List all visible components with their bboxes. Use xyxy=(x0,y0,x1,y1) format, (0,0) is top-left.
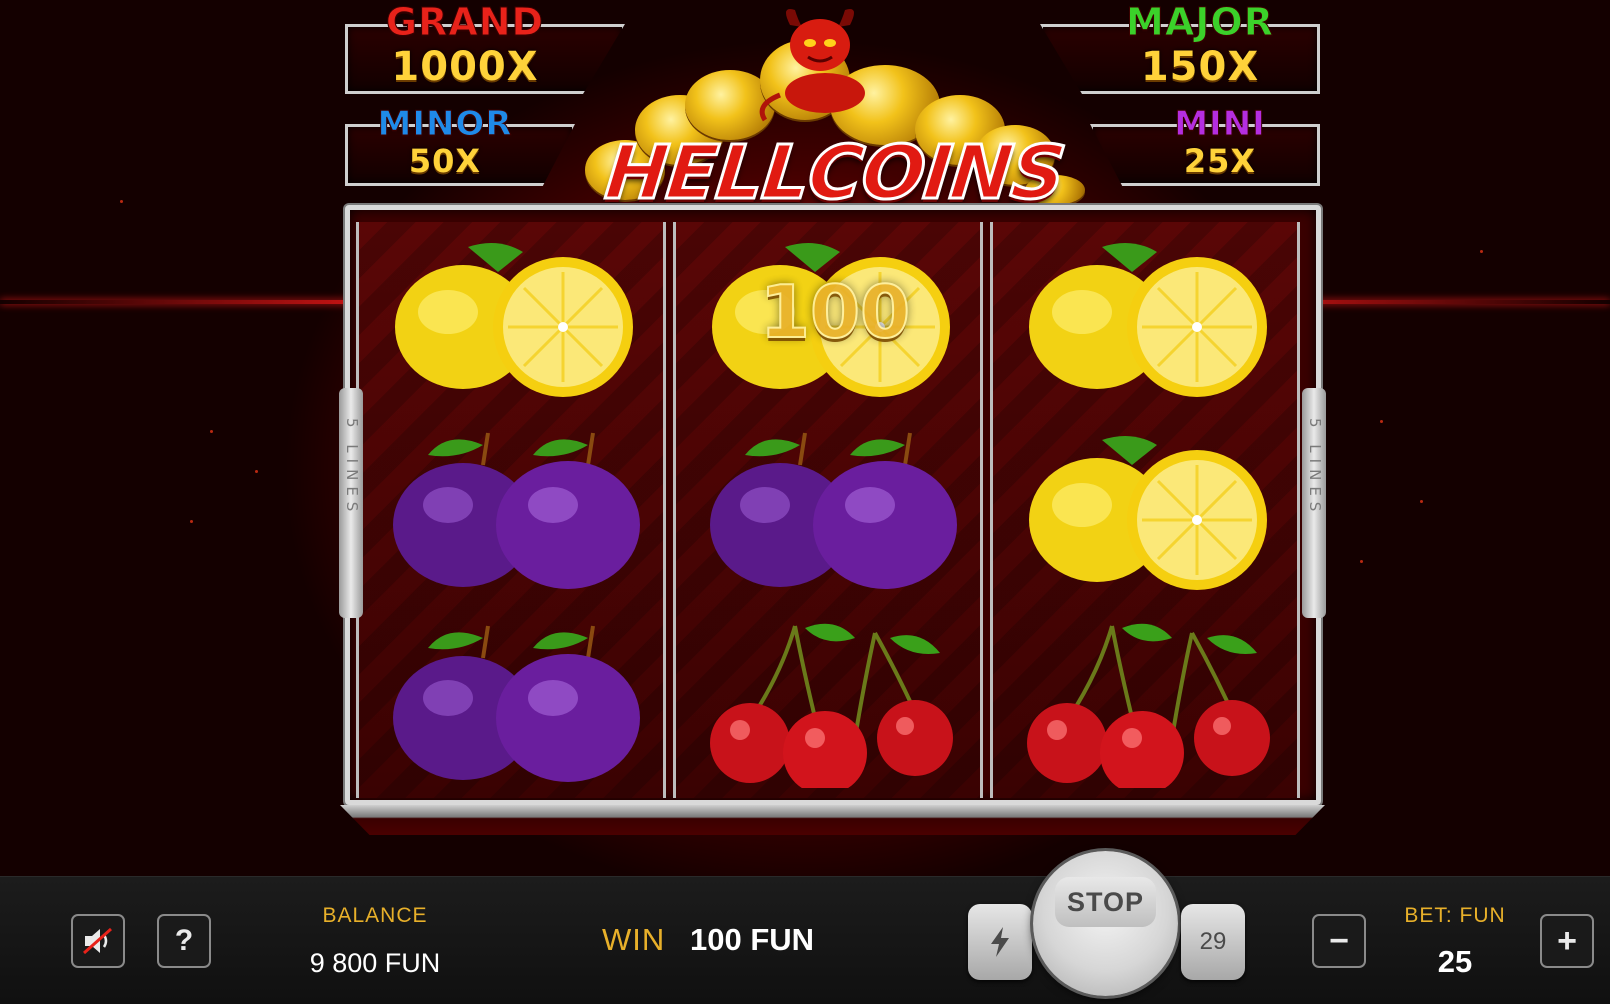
jackpot-minor: MINOR 50X xyxy=(345,104,575,189)
bet-decrease-button[interactable]: − xyxy=(1312,914,1366,968)
plus-icon: + xyxy=(1557,922,1577,960)
bet-increase-button[interactable]: + xyxy=(1540,914,1594,968)
jackpot-mini: MINI 25X xyxy=(1090,104,1320,189)
minus-icon: − xyxy=(1329,922,1349,960)
ember-particle xyxy=(210,430,213,433)
lightning-icon xyxy=(991,927,1009,957)
bet-label: BET: FUN xyxy=(1404,904,1506,927)
lines-indicator-label: 5 LINES xyxy=(343,418,361,518)
ember-particle xyxy=(1360,560,1363,563)
ember-particle xyxy=(1480,250,1483,253)
question-icon: ? xyxy=(174,924,194,957)
sound-muted-icon xyxy=(83,927,112,955)
cherry-symbol-icon xyxy=(705,618,965,795)
plum-symbol-icon xyxy=(388,425,648,595)
turbo-button[interactable] xyxy=(968,904,1032,980)
autospin-count: 29 xyxy=(1199,928,1227,955)
stop-button[interactable]: STOP xyxy=(1033,851,1178,996)
lines-indicator-label: 5 LINES xyxy=(1306,418,1324,518)
plum-symbol-icon xyxy=(705,425,965,595)
jackpot-mini-value: 25X xyxy=(1183,142,1257,180)
win-amount-text: 100 xyxy=(759,269,911,355)
balance-label: BALANCE xyxy=(322,904,428,927)
sound-toggle-button[interactable] xyxy=(71,914,125,968)
plum-symbol-icon xyxy=(388,618,648,788)
devil-mascot-icon xyxy=(759,9,865,122)
stop-button-label: STOP xyxy=(1055,877,1156,927)
lines-indicator-right: 5 LINES xyxy=(1302,388,1326,618)
win-label: WIN xyxy=(602,922,666,957)
autospin-button[interactable]: 29 xyxy=(1181,904,1245,980)
win-amount-overlay: 100 xyxy=(700,232,970,402)
ember-particle xyxy=(255,470,258,473)
ember-particle xyxy=(120,200,123,203)
lemon-symbol-icon xyxy=(1022,232,1282,402)
ember-particle xyxy=(1380,420,1383,423)
lemon-symbol-icon xyxy=(1022,425,1282,595)
jackpot-mini-title: MINI xyxy=(1174,104,1266,145)
ember-particle xyxy=(1420,500,1423,503)
game-logo: HELLCOINS xyxy=(555,0,1115,225)
logo-title: HELLCOINS xyxy=(600,129,1070,218)
bet-value: 25 xyxy=(1437,944,1473,979)
reel-frame-base xyxy=(340,805,1325,835)
jackpot-minor-value: 50X xyxy=(408,142,482,180)
win-value: 100 FUN xyxy=(690,922,815,957)
game-stage: GRAND 1000X MINOR 50X MAJOR 150X MINI 25… xyxy=(0,0,1610,876)
ember-particle xyxy=(190,520,193,523)
lemon-symbol-icon xyxy=(388,232,648,402)
lines-indicator-left: 5 LINES xyxy=(339,388,363,618)
balance-value: 9 800 FUN xyxy=(309,948,441,978)
help-button[interactable]: ? xyxy=(157,914,211,968)
jackpot-minor-title: MINOR xyxy=(377,104,513,145)
cherry-symbol-icon xyxy=(1022,618,1282,795)
